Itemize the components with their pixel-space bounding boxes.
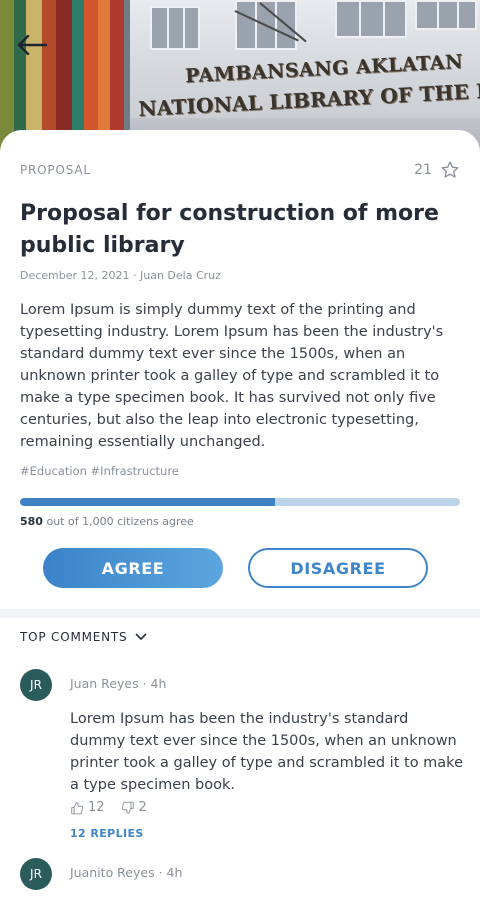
comment-author: Juan Reyes · 4h — [70, 676, 167, 691]
comment-text: Lorem Ipsum has been the industry's stan… — [70, 711, 463, 793]
like-button[interactable]: 12 — [70, 800, 105, 815]
top-comments-toggle[interactable]: TOP COMMENTS — [20, 630, 147, 644]
agreement-progress-bar — [20, 498, 460, 506]
proposal-tags[interactable]: #Education #Infrastructure — [20, 464, 179, 478]
star-outline-icon[interactable] — [440, 160, 460, 180]
agree-count-suffix: out of 1,000 citizens agree — [46, 515, 194, 528]
proposal-body: Lorem Ipsum is simply dummy text of the … — [20, 302, 444, 450]
chevron-down-icon — [136, 633, 147, 640]
thumbs-up-icon — [71, 801, 84, 814]
disagree-button[interactable]: DISAGREE — [248, 548, 428, 588]
agreement-count: 580 out of 1,000 citizens agree — [20, 515, 194, 528]
star-count: 21 — [414, 162, 432, 178]
proposal-meta: December 12, 2021 · Juan Dela Cruz — [20, 269, 221, 282]
comment-reactions: 12 2 — [70, 800, 147, 815]
dislike-button[interactable]: 2 — [121, 800, 147, 815]
proposal-category: PROPOSAL — [20, 163, 91, 177]
dislike-count: 2 — [138, 800, 147, 815]
comment-author: Juanito Reyes · 4h — [70, 865, 183, 880]
like-count: 12 — [88, 800, 105, 815]
agreement-progress-fill — [20, 498, 276, 506]
favorite-control[interactable]: 21 — [414, 160, 460, 180]
agree-button[interactable]: AGREE — [43, 548, 223, 588]
avatar[interactable]: JR — [20, 858, 52, 890]
thumbs-down-icon — [121, 801, 134, 814]
proposal-title: Proposal for construction of more public… — [20, 201, 439, 258]
view-replies-link[interactable]: 12 REPLIES — [70, 827, 144, 840]
agree-count-number: 580 — [20, 515, 43, 528]
avatar[interactable]: JR — [20, 669, 52, 701]
top-comments-label: TOP COMMENTS — [20, 630, 128, 644]
section-divider — [0, 609, 480, 618]
proposal-card: PROPOSAL 21 Proposal for construction of… — [0, 130, 480, 900]
arrow-left-icon — [17, 35, 48, 55]
back-button[interactable] — [16, 28, 56, 62]
